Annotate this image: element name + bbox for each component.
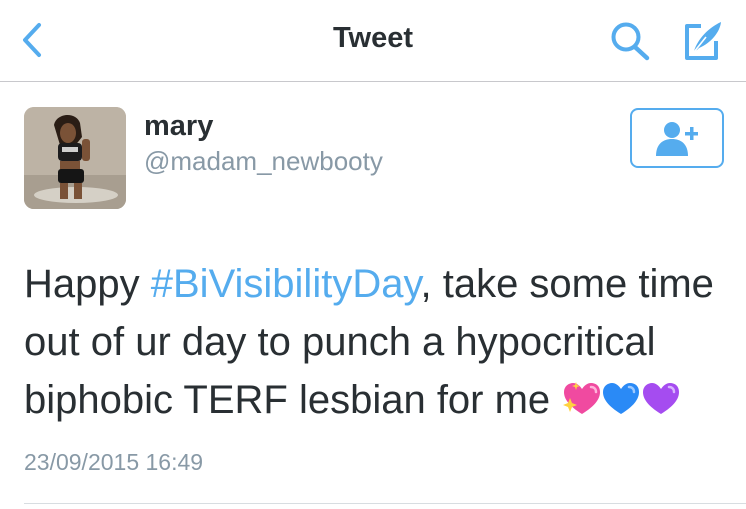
tweet-text: Happy #BiVisibilityDay, take some time o… [24,255,734,429]
follow-button[interactable] [630,108,724,168]
hashtag-link[interactable]: #BiVisibilityDay [151,262,421,306]
tweet-timestamp: 23/09/2015 16:49 [24,449,204,475]
nav-bar: Tweet [0,0,746,82]
purple-heart-emoji [643,383,680,415]
search-icon [611,22,650,61]
author-name[interactable]: mary [144,109,383,143]
avatar-photo [24,107,126,209]
author-info: mary @madam_newbooty [144,109,383,177]
divider [24,503,746,504]
search-button[interactable] [606,20,654,62]
tweet-text-part: Happy [24,262,151,306]
blue-heart-emoji [603,383,640,415]
compose-button[interactable] [678,16,728,64]
author-handle[interactable]: @madam_newbooty [144,145,383,177]
avatar[interactable] [24,107,126,209]
add-user-icon [656,122,698,156]
chevron-left-icon [23,23,41,57]
sparkling-heart-emoji [563,382,601,415]
back-button[interactable] [14,20,50,60]
compose-icon [685,22,721,60]
